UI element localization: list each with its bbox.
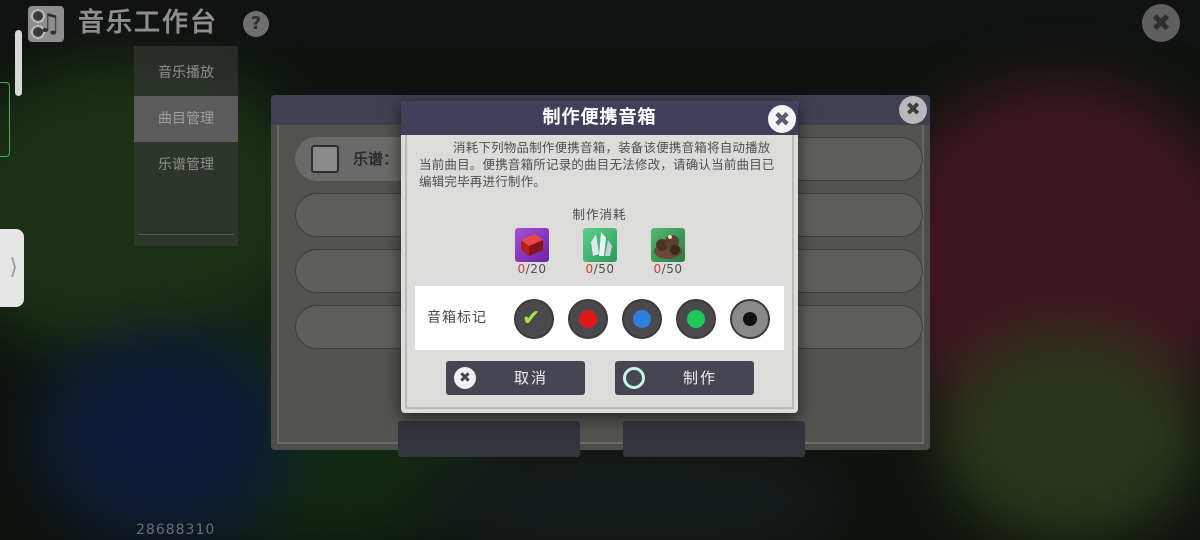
- scrollbar-thumb[interactable]: [15, 30, 22, 96]
- menu-divider: [138, 234, 234, 235]
- craft-label: 制作: [682, 369, 717, 387]
- blue-dot-icon: [633, 310, 651, 328]
- red-crate-icon: [515, 228, 549, 262]
- sidebar-menu: 音乐播放 曲目管理 乐谱管理: [134, 46, 238, 246]
- black-dot-icon: [743, 312, 757, 326]
- craft-speaker-dialog: 制作便携音箱 ✖ 消耗下列物品制作便携音箱，装备该便携音箱将自动播放当前曲目。便…: [401, 101, 798, 413]
- green-dot-icon: [687, 310, 705, 328]
- music-workbench-icon: ♫: [28, 6, 64, 42]
- marker-selected[interactable]: ✔: [514, 299, 554, 339]
- sidebar-item-music-play[interactable]: 音乐播放: [134, 50, 238, 96]
- sidebar-item-track-manage[interactable]: 曲目管理: [134, 96, 238, 142]
- user-id: 28688310: [136, 522, 216, 538]
- panel-button-left[interactable]: [398, 421, 580, 457]
- panel-button-right[interactable]: [623, 421, 805, 457]
- red-dot-icon: [579, 310, 597, 328]
- material-count: 0/20: [517, 262, 547, 276]
- cost-title: 制作消耗: [572, 207, 627, 222]
- marker-label: 音箱标记: [427, 310, 487, 326]
- top-bar: ♫ 音乐工作台 ? ✖: [0, 0, 1200, 46]
- side-expand-tab[interactable]: ⟩: [0, 229, 24, 307]
- close-icon: ✖: [454, 367, 476, 389]
- check-icon: ✔: [522, 306, 541, 331]
- marker-selector: 音箱标记 ✔: [415, 286, 784, 350]
- crystal-icon: [583, 228, 617, 262]
- side-frame: [0, 82, 10, 157]
- cancel-button[interactable]: ✖ 取消: [446, 361, 585, 395]
- score-label: 乐谱：: [353, 150, 399, 168]
- dialog-title: 制作便携音箱: [542, 107, 657, 128]
- piano-icon: [311, 145, 339, 173]
- sidebar-item-score-manage[interactable]: 乐谱管理: [134, 142, 238, 188]
- material-count: 0/50: [653, 262, 683, 276]
- marker-green[interactable]: [676, 299, 716, 339]
- craft-button[interactable]: 制作: [615, 361, 754, 395]
- material-count: 0/50: [585, 262, 615, 276]
- dialog-header: 制作便携音箱 ✖: [401, 101, 798, 135]
- ore-pile-icon: [651, 228, 685, 262]
- dialog-close-icon[interactable]: ✖: [768, 105, 796, 133]
- app-title: 音乐工作台: [78, 8, 219, 38]
- panel-close-icon[interactable]: ✖: [899, 96, 927, 124]
- dialog-description: 消耗下列物品制作便携音箱，装备该便携音箱将自动播放当前曲目。便携音箱所记录的曲目…: [419, 140, 775, 189]
- help-icon[interactable]: ?: [243, 11, 269, 37]
- marker-red[interactable]: [568, 299, 608, 339]
- marker-blue[interactable]: [622, 299, 662, 339]
- close-icon[interactable]: ✖: [1142, 4, 1180, 42]
- marker-black[interactable]: [730, 299, 770, 339]
- cancel-label: 取消: [513, 369, 548, 387]
- circle-icon: [623, 367, 645, 389]
